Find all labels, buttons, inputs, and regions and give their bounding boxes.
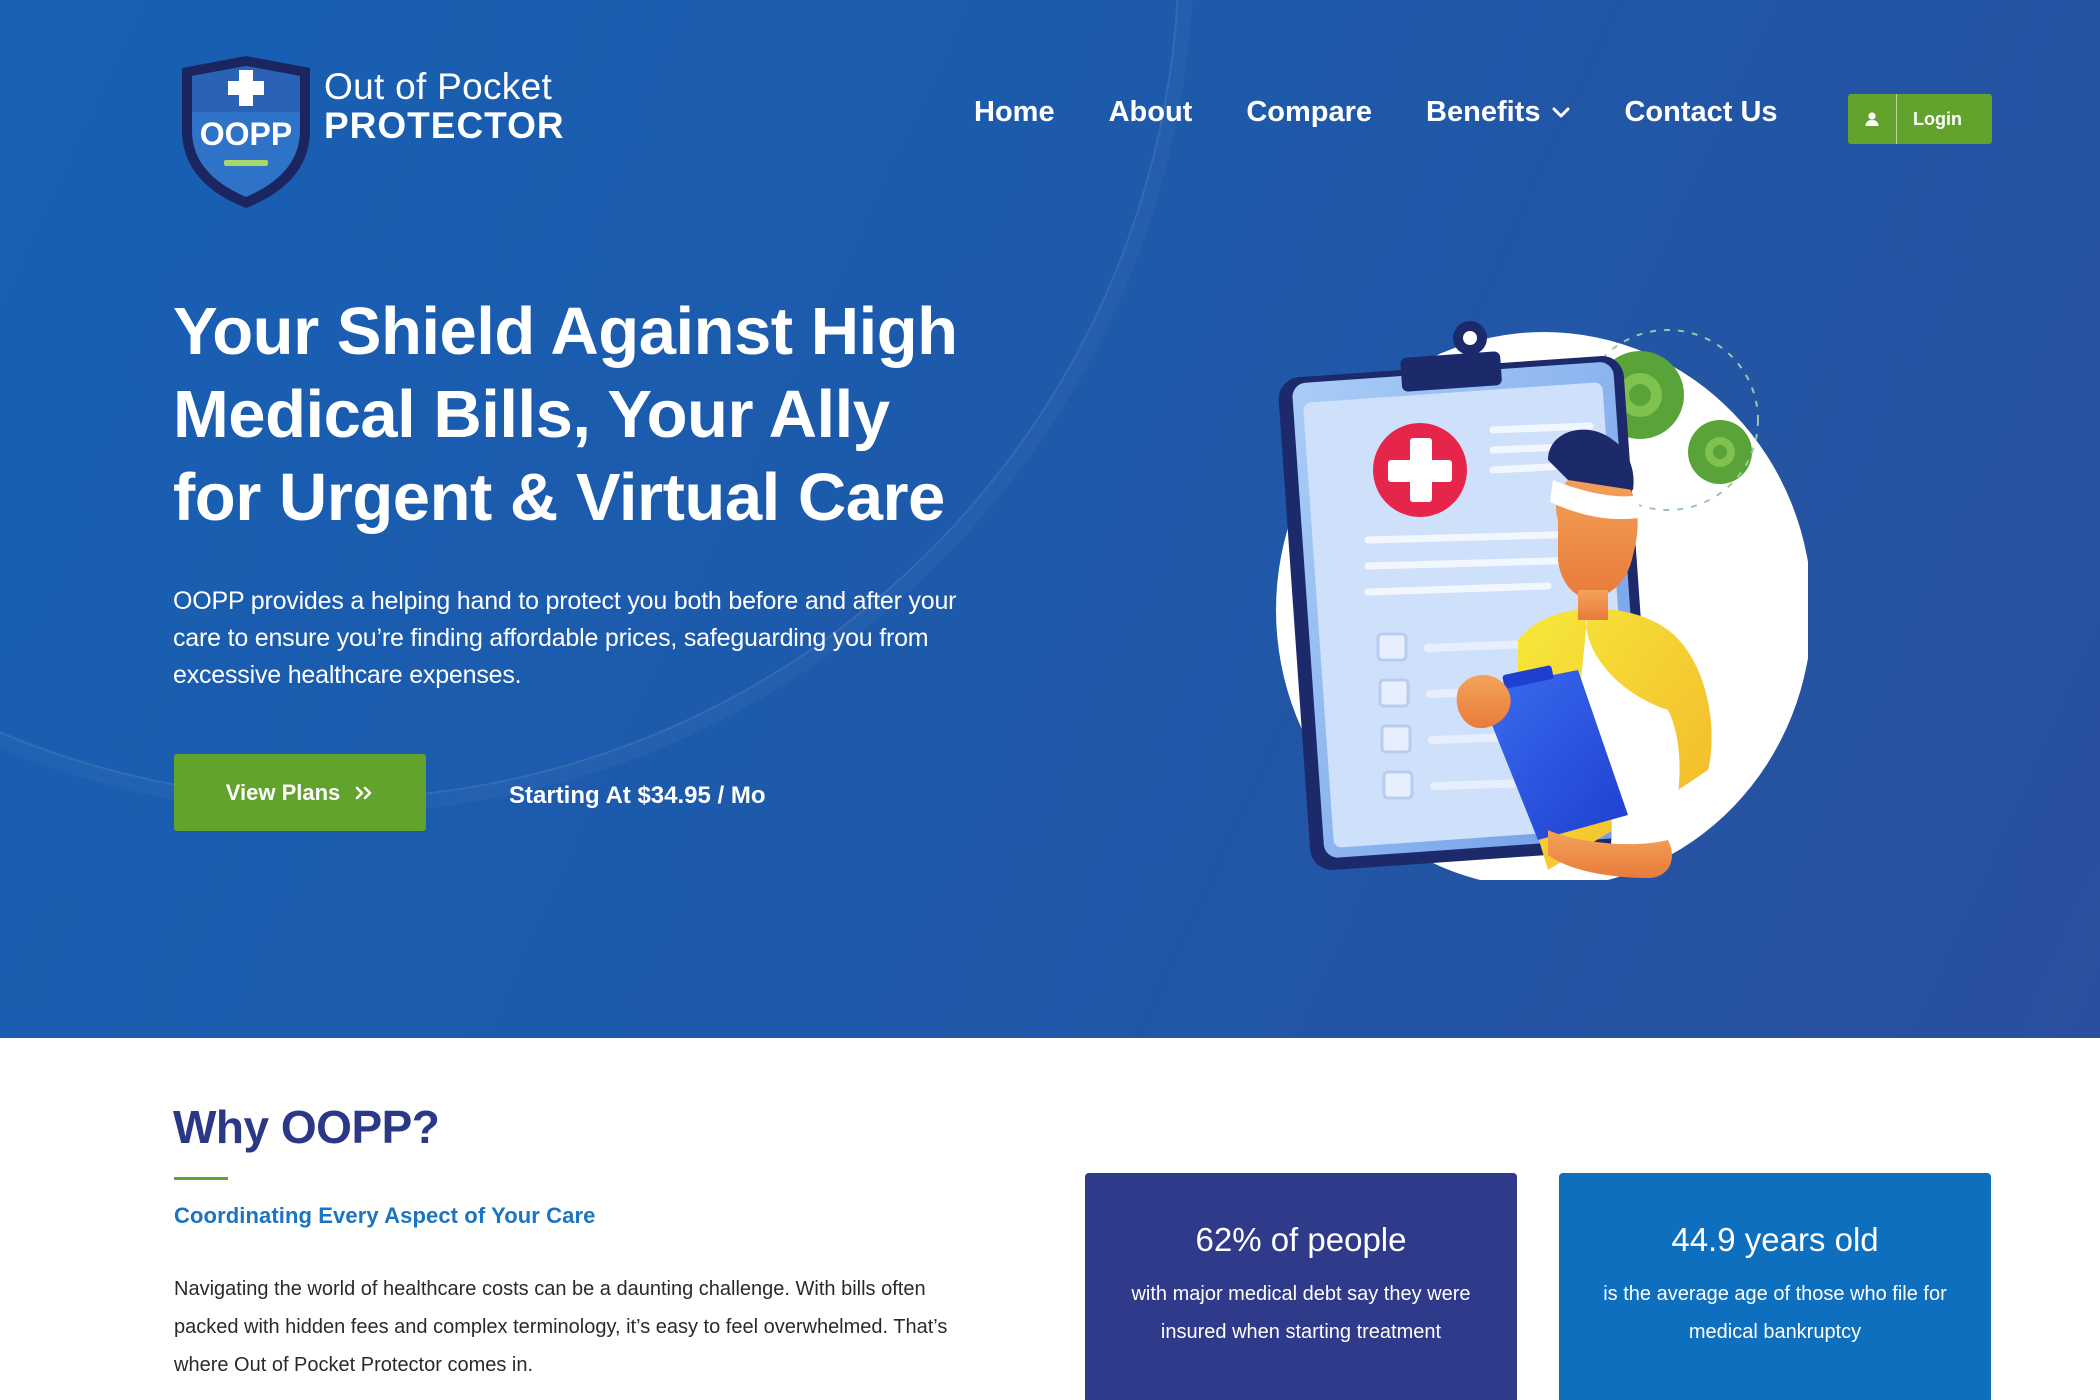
stat-card-bankruptcy-age: 44.9 years old is the average age of tho… — [1559, 1173, 1991, 1400]
main-nav: Home About Compare Benefits Contact Us — [974, 96, 1832, 129]
hero-section: OOPP Out of Pocket PROTECTOR Home About … — [0, 0, 2100, 1038]
stat-value: 62% of people — [1195, 1221, 1407, 1258]
nav-home-label: Home — [974, 96, 1055, 128]
nav-contact-us[interactable]: Contact Us — [1624, 96, 1777, 129]
view-plans-label: View Plans — [225, 779, 341, 805]
brand-name-line1: Out of Pocket — [324, 66, 553, 107]
view-plans-button[interactable]: View Plans — [174, 754, 426, 831]
nav-benefits-label: Benefits — [1426, 96, 1541, 128]
why-body-text: Navigating the world of healthcare costs… — [174, 1278, 948, 1376]
brand-name-line2: PROTECTOR — [324, 105, 565, 146]
brand-name: Out of Pocket PROTECTOR — [324, 68, 565, 144]
nav-about-label: About — [1108, 96, 1193, 128]
starting-price: Starting At $34.95 / Mo — [509, 782, 766, 809]
stat-description: with major medical debt say they were in… — [1131, 1283, 1471, 1343]
login-button[interactable]: Login — [1848, 94, 1992, 144]
nav-home[interactable]: Home — [974, 96, 1055, 129]
nav-about[interactable]: About — [1109, 96, 1193, 129]
title-divider — [174, 1177, 228, 1180]
user-icon — [1848, 94, 1897, 144]
shield-logo-icon: OOPP — [182, 56, 310, 208]
chevron-down-icon — [1552, 107, 1570, 117]
why-title: Why OOPP? — [173, 1101, 440, 1153]
nav-contact-us-label: Contact Us — [1624, 96, 1778, 128]
nav-compare[interactable]: Compare — [1246, 96, 1372, 129]
nav-benefits[interactable]: Benefits — [1426, 96, 1570, 129]
hero-lead-text: OOPP provides a helping hand to protect … — [173, 587, 957, 689]
login-label: Login — [1913, 108, 1962, 129]
hero-headline: Your Shield Against High Medical Bills, … — [173, 294, 958, 535]
svg-text:OOPP: OOPP — [200, 116, 292, 152]
nav-compare-label: Compare — [1246, 96, 1373, 128]
stat-value: 44.9 years old — [1671, 1221, 1879, 1258]
brand-logo[interactable]: OOPP Out of Pocket PROTECTOR — [174, 52, 594, 212]
double-chevron-right-icon — [355, 786, 372, 799]
clipboard-patient-illustration — [1276, 321, 1808, 880]
stat-description: is the average age of those who file for… — [1603, 1283, 1947, 1343]
why-subtitle: Coordinating Every Aspect of Your Care — [174, 1203, 596, 1228]
stat-card-medical-debt: 62% of people with major medical debt sa… — [1085, 1173, 1517, 1400]
